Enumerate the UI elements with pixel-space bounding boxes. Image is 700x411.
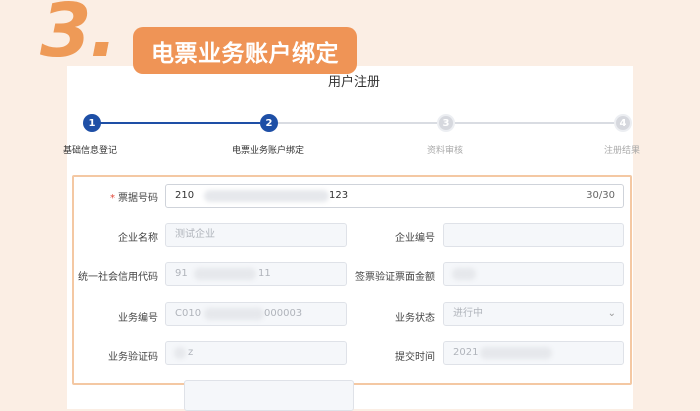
biz-no-field: C010 000003	[165, 302, 347, 326]
company-name-field: 测试企业	[165, 223, 347, 247]
bill-no-suffix: 123	[329, 190, 349, 201]
section-banner: 电票业务账户绑定	[133, 27, 357, 74]
bill-no-prefix: 210	[175, 190, 195, 201]
redaction-blur	[480, 347, 552, 359]
biz-status-select[interactable]: 进行中 ⌄	[443, 302, 624, 326]
char-counter: 30/30	[586, 190, 615, 201]
biz-status-value: 进行中	[453, 308, 483, 319]
step-2-circle: 2	[260, 114, 278, 132]
credit-code-label: 统一社会信用代码	[78, 272, 158, 283]
redaction-blur	[452, 268, 476, 280]
step-2-label: 电票业务账户绑定	[232, 146, 305, 156]
company-code-field	[443, 223, 624, 247]
next-field-partial	[184, 380, 354, 411]
face-amount-label: 签票验证票面金额	[355, 272, 435, 283]
step-1-label: 基础信息登记	[63, 146, 118, 156]
face-amount-field	[443, 262, 624, 286]
step-3-circle: 3	[437, 114, 455, 132]
redaction-blur	[174, 347, 186, 359]
redaction-blur	[204, 308, 264, 320]
credit-code-field: 91 11	[165, 262, 347, 286]
step-connector	[455, 122, 615, 124]
biz-no-suffix: 000003	[264, 308, 303, 319]
verify-code-field: z	[165, 341, 347, 365]
redaction-blur	[194, 268, 256, 280]
verify-code-label: 业务验证码	[108, 352, 158, 363]
biz-no-prefix: C010	[175, 308, 202, 319]
step-1-circle: 1	[83, 114, 101, 132]
company-name-label: 企业名称	[118, 233, 158, 244]
step-number: 3.	[40, 0, 118, 74]
redaction-blur	[204, 190, 329, 202]
submit-time-label: 提交时间	[395, 352, 435, 363]
submit-time-prefix: 2021	[453, 347, 479, 358]
biz-status-label: 业务状态	[395, 313, 435, 324]
step-connector	[277, 122, 437, 124]
biz-no-label: 业务编号	[118, 313, 158, 324]
chevron-down-icon: ⌄	[607, 308, 616, 319]
step-connector	[100, 122, 260, 124]
bill-no-label-text: 票据号码	[118, 193, 158, 204]
credit-code-suffix: 11	[258, 268, 271, 279]
step-3-label: 资料审核	[427, 146, 464, 156]
company-code-label: 企业编号	[395, 233, 435, 244]
step-4-label: 注册结果	[604, 146, 641, 156]
step-4-circle: 4	[614, 114, 632, 132]
submit-time-field: 2021	[443, 341, 624, 365]
verify-code-suffix: z	[188, 347, 194, 358]
bill-no-label: * 票据号码	[100, 189, 158, 204]
bill-no-input[interactable]: 210 123 30/30	[165, 184, 624, 208]
credit-code-prefix: 91	[175, 268, 188, 279]
required-mark: *	[110, 193, 115, 204]
